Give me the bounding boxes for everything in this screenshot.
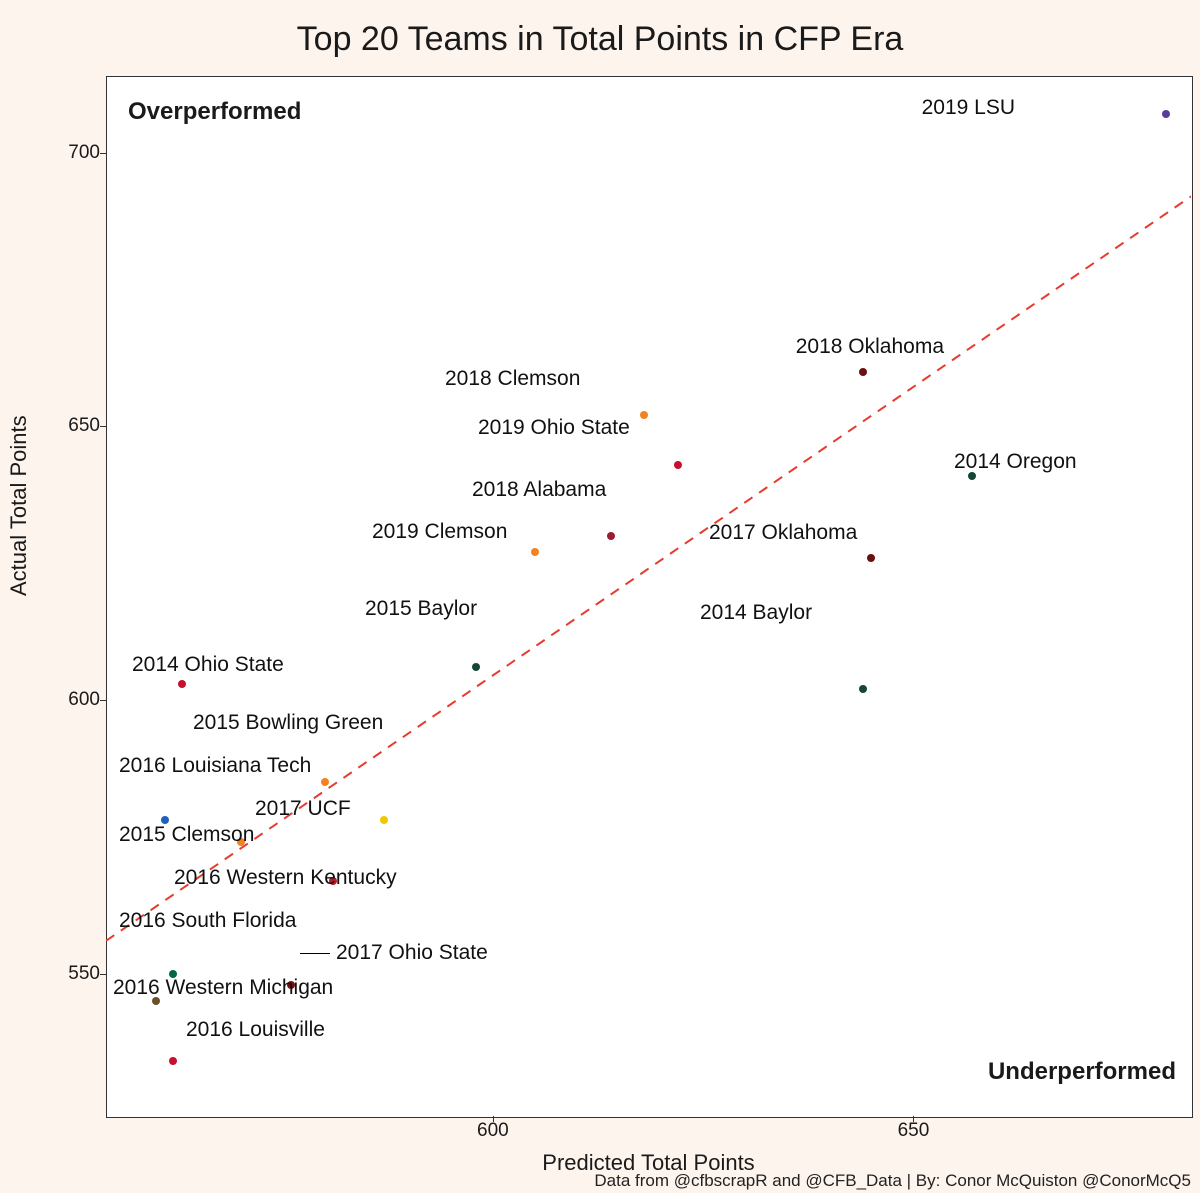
data-label: 2014 Ohio State xyxy=(132,653,284,677)
data-point xyxy=(674,461,682,469)
data-point xyxy=(472,663,480,671)
data-point xyxy=(607,532,615,540)
data-label: 2016 South Florida xyxy=(119,909,296,933)
data-label: 2015 Clemson xyxy=(119,823,254,847)
data-label: 2017 Ohio State xyxy=(336,941,488,965)
y-tick: 650 xyxy=(40,415,100,437)
data-label: 2014 Oregon xyxy=(954,450,1077,474)
data-label: 2017 Oklahoma xyxy=(709,521,857,545)
data-point xyxy=(859,368,867,376)
data-label: 2019 Clemson xyxy=(372,520,507,544)
data-point xyxy=(531,548,539,556)
data-label: 2019 Ohio State xyxy=(478,416,630,440)
data-label: 2015 Baylor xyxy=(365,597,477,621)
data-point xyxy=(859,685,867,693)
plot-area xyxy=(106,76,1193,1118)
data-label: 2019 LSU xyxy=(922,96,1015,120)
y-tick: 700 xyxy=(40,142,100,164)
data-label: 2016 Louisiana Tech xyxy=(119,754,311,778)
chart-title: Top 20 Teams in Total Points in CFP Era xyxy=(0,20,1200,59)
data-label: 2016 Western Kentucky xyxy=(174,866,397,890)
data-label: 2016 Louisville xyxy=(186,1018,325,1042)
chart-caption: Data from @cfbscrapR and @CFB_Data | By:… xyxy=(594,1171,1191,1191)
data-point xyxy=(867,554,875,562)
data-label: 2014 Baylor xyxy=(700,601,812,625)
y-tick: 600 xyxy=(40,689,100,711)
y-axis-label: Actual Total Points xyxy=(6,415,32,596)
x-tick: 600 xyxy=(477,1120,509,1142)
data-point xyxy=(169,1057,177,1065)
data-point xyxy=(321,778,329,786)
data-label: 2017 UCF xyxy=(255,797,351,821)
data-label: 2016 Western Michigan xyxy=(113,976,333,1000)
data-point xyxy=(1162,110,1170,118)
x-tick: 650 xyxy=(898,1120,930,1142)
data-point xyxy=(178,680,186,688)
data-label: 2018 Clemson xyxy=(445,367,580,391)
data-label: 2018 Oklahoma xyxy=(796,335,944,359)
data-point xyxy=(640,411,648,419)
annotation-overperformed: Overperformed xyxy=(128,98,301,126)
data-label: 2018 Alabama xyxy=(472,478,606,502)
y-tick: 550 xyxy=(40,963,100,985)
data-point xyxy=(380,816,388,824)
leader-line xyxy=(300,953,330,954)
annotation-underperformed: Underperformed xyxy=(988,1058,1176,1086)
data-label: 2015 Bowling Green xyxy=(193,711,383,735)
